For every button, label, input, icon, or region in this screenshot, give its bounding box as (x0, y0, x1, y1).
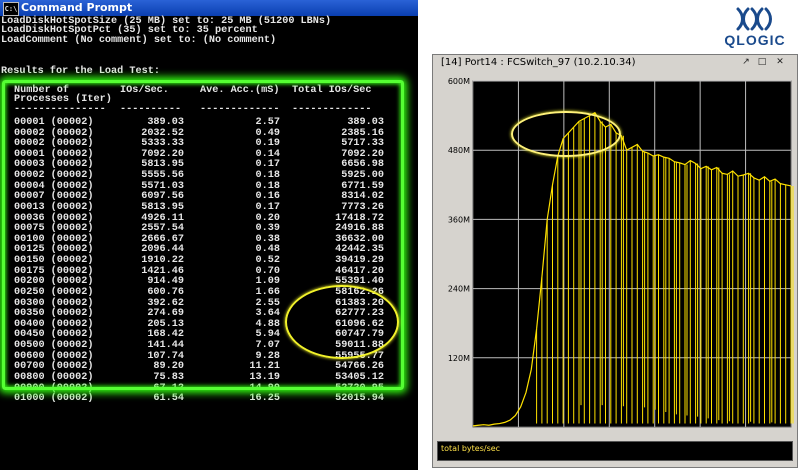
port-stats-window[interactable]: [14] Port14 : FCSwitch_97 (10.2.10.34) ↗… (432, 54, 798, 468)
results-heading: Results for the Load Test: (1, 66, 160, 77)
maximize-button[interactable]: □ (757, 57, 767, 67)
cmd-icon: C:\ (3, 2, 19, 16)
brand-logo: QLOGIC (712, 2, 798, 48)
qlogic-logo-icon (736, 7, 772, 31)
chart-title: [14] Port14 : FCSwitch_97 (10.2.10.34) (441, 57, 636, 68)
table-cell: 61.54 (153, 393, 184, 405)
popout-button[interactable]: ↗ (741, 57, 751, 67)
chart-status-bar: total bytes/sec (437, 441, 793, 461)
peak-highlight-oval (511, 111, 621, 157)
chart-titlebar[interactable]: [14] Port14 : FCSwitch_97 (10.2.10.34) ↗… (433, 55, 797, 71)
brand-name: QLOGIC (724, 32, 786, 48)
cmd-title: Command Prompt (21, 1, 133, 14)
close-button[interactable]: ✕ (775, 57, 785, 67)
table-cell: 52015.94 (335, 393, 384, 405)
table-cell: 16.25 (249, 393, 280, 405)
table-cell: 01000 (00002) (14, 393, 94, 405)
cmd-titlebar[interactable]: C:\ Command Prompt (0, 0, 418, 16)
command-prompt-window[interactable]: C:\ Command Prompt LoadDiskHotSpotSize (… (0, 0, 418, 470)
y-tick-label: 120M (448, 354, 470, 363)
y-tick-label: 480M (448, 146, 470, 155)
y-tick-label: 600M (448, 77, 470, 86)
chart-status-label: total bytes/sec (441, 444, 501, 453)
console-line: LoadComment (No comment) set to: (No com… (1, 34, 277, 46)
y-tick-label: 240M (448, 285, 470, 294)
y-tick-label: 360M (448, 215, 470, 224)
highlight-oval (285, 285, 399, 359)
